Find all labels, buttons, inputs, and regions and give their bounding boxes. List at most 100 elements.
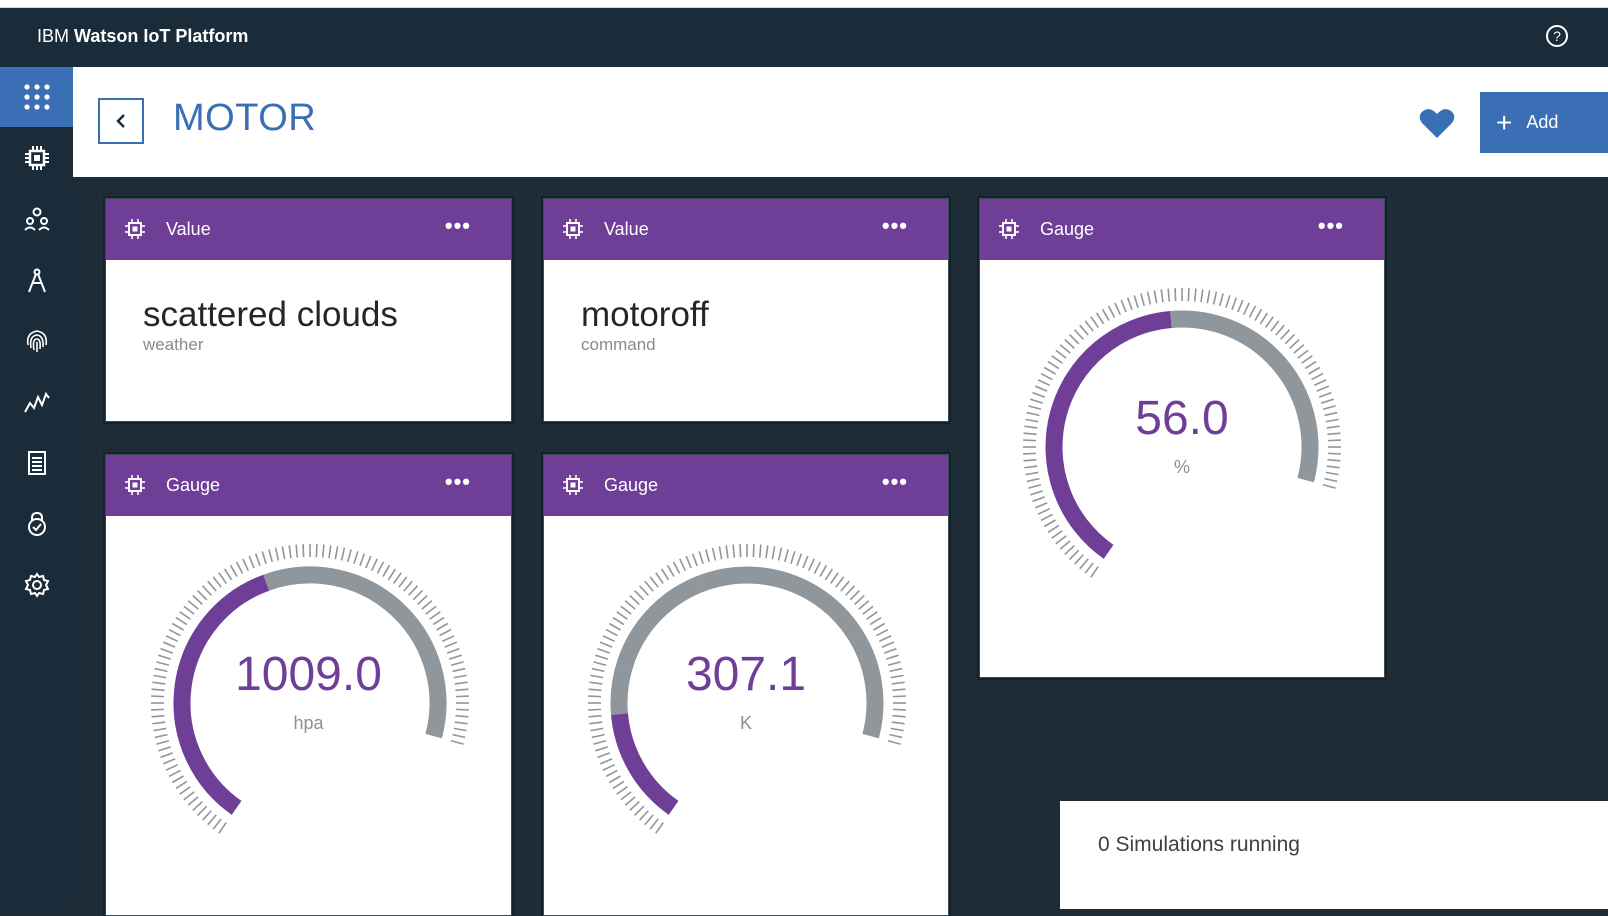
gauge-tick <box>1120 299 1127 313</box>
gauge-tick <box>655 822 664 834</box>
more-options-button[interactable]: ••• <box>882 213 908 239</box>
gauge-tick <box>698 551 704 564</box>
add-card-button[interactable]: + Add <box>1480 92 1608 153</box>
gauge-tick <box>1059 344 1071 354</box>
favorite-button[interactable] <box>1419 107 1455 144</box>
browser-top-strip <box>0 0 1608 8</box>
gauge-tick <box>862 605 874 615</box>
app-brand: IBM Watson IoT Platform <box>37 26 249 46</box>
gauge-tick <box>1174 288 1177 302</box>
gauge-tick <box>1254 308 1263 321</box>
gauge-tick <box>1167 288 1171 302</box>
gauge-tick <box>1146 291 1152 305</box>
gauge-tick <box>758 544 762 558</box>
sidebar-item-members[interactable] <box>0 189 73 249</box>
gauge-tick <box>201 810 212 821</box>
gauge-dial <box>588 544 906 834</box>
gauge-tick <box>398 576 408 588</box>
gauge-tick <box>192 801 203 812</box>
gauge-tick <box>1133 295 1139 308</box>
gauge-tick <box>1040 372 1053 381</box>
sidebar-item-settings[interactable] <box>0 555 73 615</box>
gauge-tick <box>171 622 184 631</box>
security-lock-icon <box>27 511 46 536</box>
gauge-tick <box>334 546 339 560</box>
gauge-tick <box>179 786 191 795</box>
gauge-tick <box>1090 316 1099 328</box>
gauge-tick <box>595 746 608 752</box>
gauge-tick <box>616 611 628 620</box>
gauge-tick <box>1153 290 1158 304</box>
gauge-tick <box>638 585 649 596</box>
gauge-value: 307.1 <box>685 648 807 701</box>
gauge-tick <box>1064 338 1075 349</box>
gauge-tick <box>1301 355 1313 364</box>
sidebar-item-security[interactable] <box>0 494 73 554</box>
value-text: scattered clouds <box>143 295 398 334</box>
settings-gear-icon <box>24 572 49 598</box>
sidebar-item-analytics[interactable] <box>0 372 73 432</box>
gauge-tick <box>1043 366 1056 375</box>
gauge-tick <box>649 818 659 830</box>
gauge-tick <box>1206 290 1211 304</box>
gauge-tick <box>1037 379 1051 387</box>
gauge-unit: hpa <box>293 713 324 733</box>
sidebar-item-devices[interactable] <box>0 128 73 188</box>
gauge-tick <box>387 568 397 581</box>
gauge-tick <box>835 576 845 588</box>
gauge-tick <box>158 746 171 752</box>
gauge-tick <box>432 616 445 626</box>
card-title: Value <box>604 219 649 239</box>
gauge-tick <box>819 564 828 577</box>
gauge-tick <box>154 733 168 739</box>
page-title: MOTOR <box>173 97 317 139</box>
simulation-panel: 0 Simulations running <box>1060 801 1608 909</box>
sidebar-item-apps[interactable] <box>0 250 73 310</box>
gauge-tick <box>1324 477 1338 483</box>
log-icon <box>27 451 46 475</box>
gauge-tick <box>588 708 602 711</box>
gauge-tick <box>887 740 901 745</box>
card-header: Value ••• <box>544 199 948 260</box>
more-options-button[interactable]: ••• <box>445 469 471 495</box>
gauge-tick <box>212 818 222 830</box>
gauge-tick <box>183 791 195 801</box>
gauge-value: 56.0 <box>1135 392 1229 445</box>
gauge-tick <box>382 564 391 577</box>
card-header: Gauge ••• <box>106 455 511 516</box>
gauge-tick <box>168 628 181 637</box>
gauge-tick <box>591 733 605 739</box>
sidebar-item-boards[interactable] <box>0 67 73 127</box>
card-title: Gauge <box>604 475 659 495</box>
gauge-tick <box>1073 329 1084 340</box>
gauge-tick <box>1200 289 1204 303</box>
gauge-tick <box>790 551 796 564</box>
gauge-tick <box>1193 288 1197 302</box>
card-title: Gauge <box>1040 219 1095 239</box>
gauge-tick <box>347 549 352 563</box>
gauge-tick <box>752 544 755 558</box>
gauge-tick <box>824 568 834 581</box>
back-button[interactable] <box>98 98 144 144</box>
value-text: motoroff <box>581 295 709 334</box>
more-options-button[interactable]: ••• <box>445 213 471 239</box>
gauge-tick <box>281 546 286 560</box>
gauge-tick <box>1140 293 1145 307</box>
gauge-tick <box>242 558 250 572</box>
gauge-tick <box>1084 320 1094 332</box>
gauge-tick <box>1322 484 1336 489</box>
gauge-tick <box>218 572 227 584</box>
sidebar-item-logs[interactable] <box>0 433 73 493</box>
sidebar-item-identity[interactable] <box>0 311 73 371</box>
gauge-tick <box>212 576 222 588</box>
gauge-tick <box>854 594 865 605</box>
gauge-tick <box>638 810 649 821</box>
more-options-button[interactable]: ••• <box>882 469 908 495</box>
more-options-button[interactable]: ••• <box>1318 213 1344 239</box>
gauge-tick <box>393 572 402 584</box>
gauge-tick <box>248 555 255 569</box>
help-icon[interactable]: ? <box>1546 25 1568 47</box>
chip-icon <box>24 146 49 170</box>
gauge-tick <box>425 605 437 615</box>
gauge-tick <box>672 561 681 574</box>
